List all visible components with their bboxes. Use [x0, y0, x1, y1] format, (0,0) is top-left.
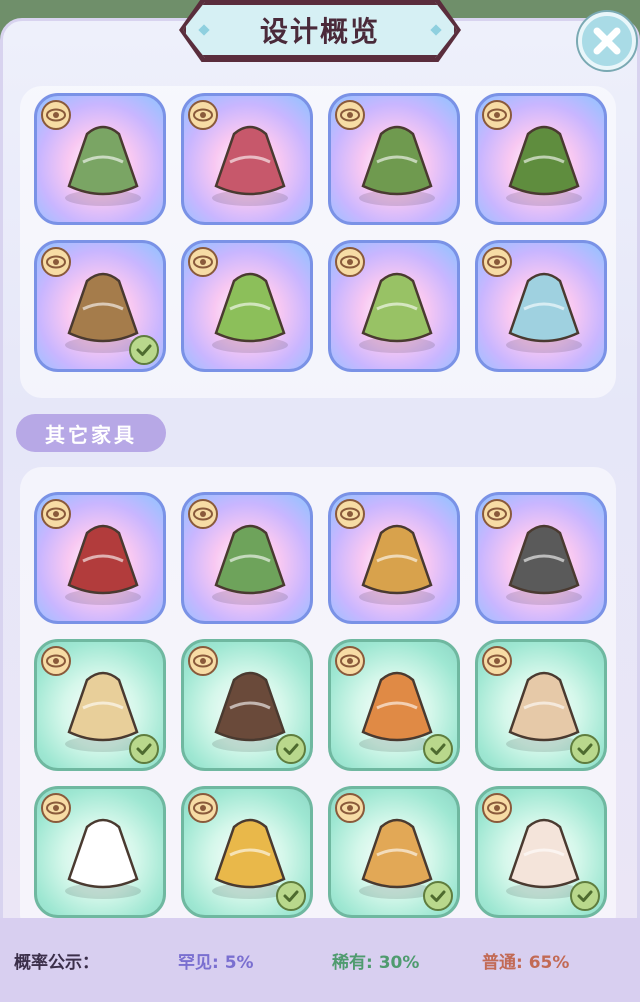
furniture-card-zongzi-tower[interactable]: [181, 492, 313, 624]
preview-eye-icon[interactable]: [335, 793, 365, 823]
probability-uncommon: 稀有: 30%: [332, 952, 420, 973]
probability-label: 概率公示：: [14, 952, 99, 973]
preview-eye-icon[interactable]: [188, 646, 218, 676]
furniture-card-river-rug[interactable]: [475, 240, 607, 372]
owned-check-icon: [129, 734, 159, 764]
preview-eye-icon[interactable]: [41, 100, 71, 130]
furniture-card-zongzi-basket[interactable]: [328, 93, 460, 225]
owned-check-icon: [570, 734, 600, 764]
preview-eye-icon[interactable]: [482, 646, 512, 676]
furniture-card-dollhouse[interactable]: [475, 639, 607, 771]
furniture-card-bamboo-fan-rack[interactable]: [181, 240, 313, 372]
probability-rare: 罕见: 5%: [178, 952, 254, 973]
furniture-card-glass-panel[interactable]: [34, 786, 166, 918]
furniture-card-cat-bag-cream[interactable]: [34, 639, 166, 771]
furniture-card-bamboo-raft[interactable]: [475, 93, 607, 225]
section-label-other: 其它家具: [16, 414, 166, 452]
furniture-card-cat-bag-brown[interactable]: [181, 639, 313, 771]
preview-eye-icon[interactable]: [188, 793, 218, 823]
owned-check-icon: [423, 881, 453, 911]
preview-eye-icon[interactable]: [41, 499, 71, 529]
preview-eye-icon[interactable]: [335, 247, 365, 277]
furniture-card-kite-stand[interactable]: [181, 93, 313, 225]
probability-footer: 概率公示： 罕见: 5% 稀有: 30% 普通: 65%: [0, 918, 640, 1002]
preview-eye-icon[interactable]: [335, 100, 365, 130]
preview-eye-icon[interactable]: [188, 100, 218, 130]
preview-eye-icon[interactable]: [188, 247, 218, 277]
preview-eye-icon[interactable]: [482, 100, 512, 130]
furniture-card-patterned-rug[interactable]: [328, 240, 460, 372]
preview-eye-icon[interactable]: [41, 247, 71, 277]
page-title: 设计概览: [259, 15, 380, 48]
owned-check-icon: [129, 335, 159, 365]
close-button[interactable]: [578, 12, 636, 70]
furniture-card-bamboo-window[interactable]: [34, 240, 166, 372]
furniture-card-cat-dragon-boat[interactable]: [34, 492, 166, 624]
preview-eye-icon[interactable]: [482, 247, 512, 277]
furniture-card-bean-bag[interactable]: [328, 786, 460, 918]
preview-eye-icon[interactable]: [335, 646, 365, 676]
furniture-card-pineapple-chair[interactable]: [181, 786, 313, 918]
preview-eye-icon[interactable]: [482, 793, 512, 823]
probability-common: 普通: 65%: [482, 952, 570, 973]
close-icon: [593, 27, 621, 55]
owned-check-icon: [423, 734, 453, 764]
owned-check-icon: [276, 881, 306, 911]
furniture-card-dragon-clock[interactable]: [475, 492, 607, 624]
furniture-card-fox-plush[interactable]: [328, 639, 460, 771]
preview-eye-icon[interactable]: [41, 793, 71, 823]
title-banner: 设计概览: [183, 2, 457, 58]
preview-eye-icon[interactable]: [335, 499, 365, 529]
furniture-card-seal-pillow[interactable]: [475, 786, 607, 918]
owned-check-icon: [570, 881, 600, 911]
preview-eye-icon[interactable]: [41, 646, 71, 676]
furniture-card-dragon-boat-bed[interactable]: [328, 492, 460, 624]
owned-check-icon: [276, 734, 306, 764]
preview-eye-icon[interactable]: [188, 499, 218, 529]
preview-eye-icon[interactable]: [482, 499, 512, 529]
furniture-card-cat-zongzi[interactable]: [34, 93, 166, 225]
